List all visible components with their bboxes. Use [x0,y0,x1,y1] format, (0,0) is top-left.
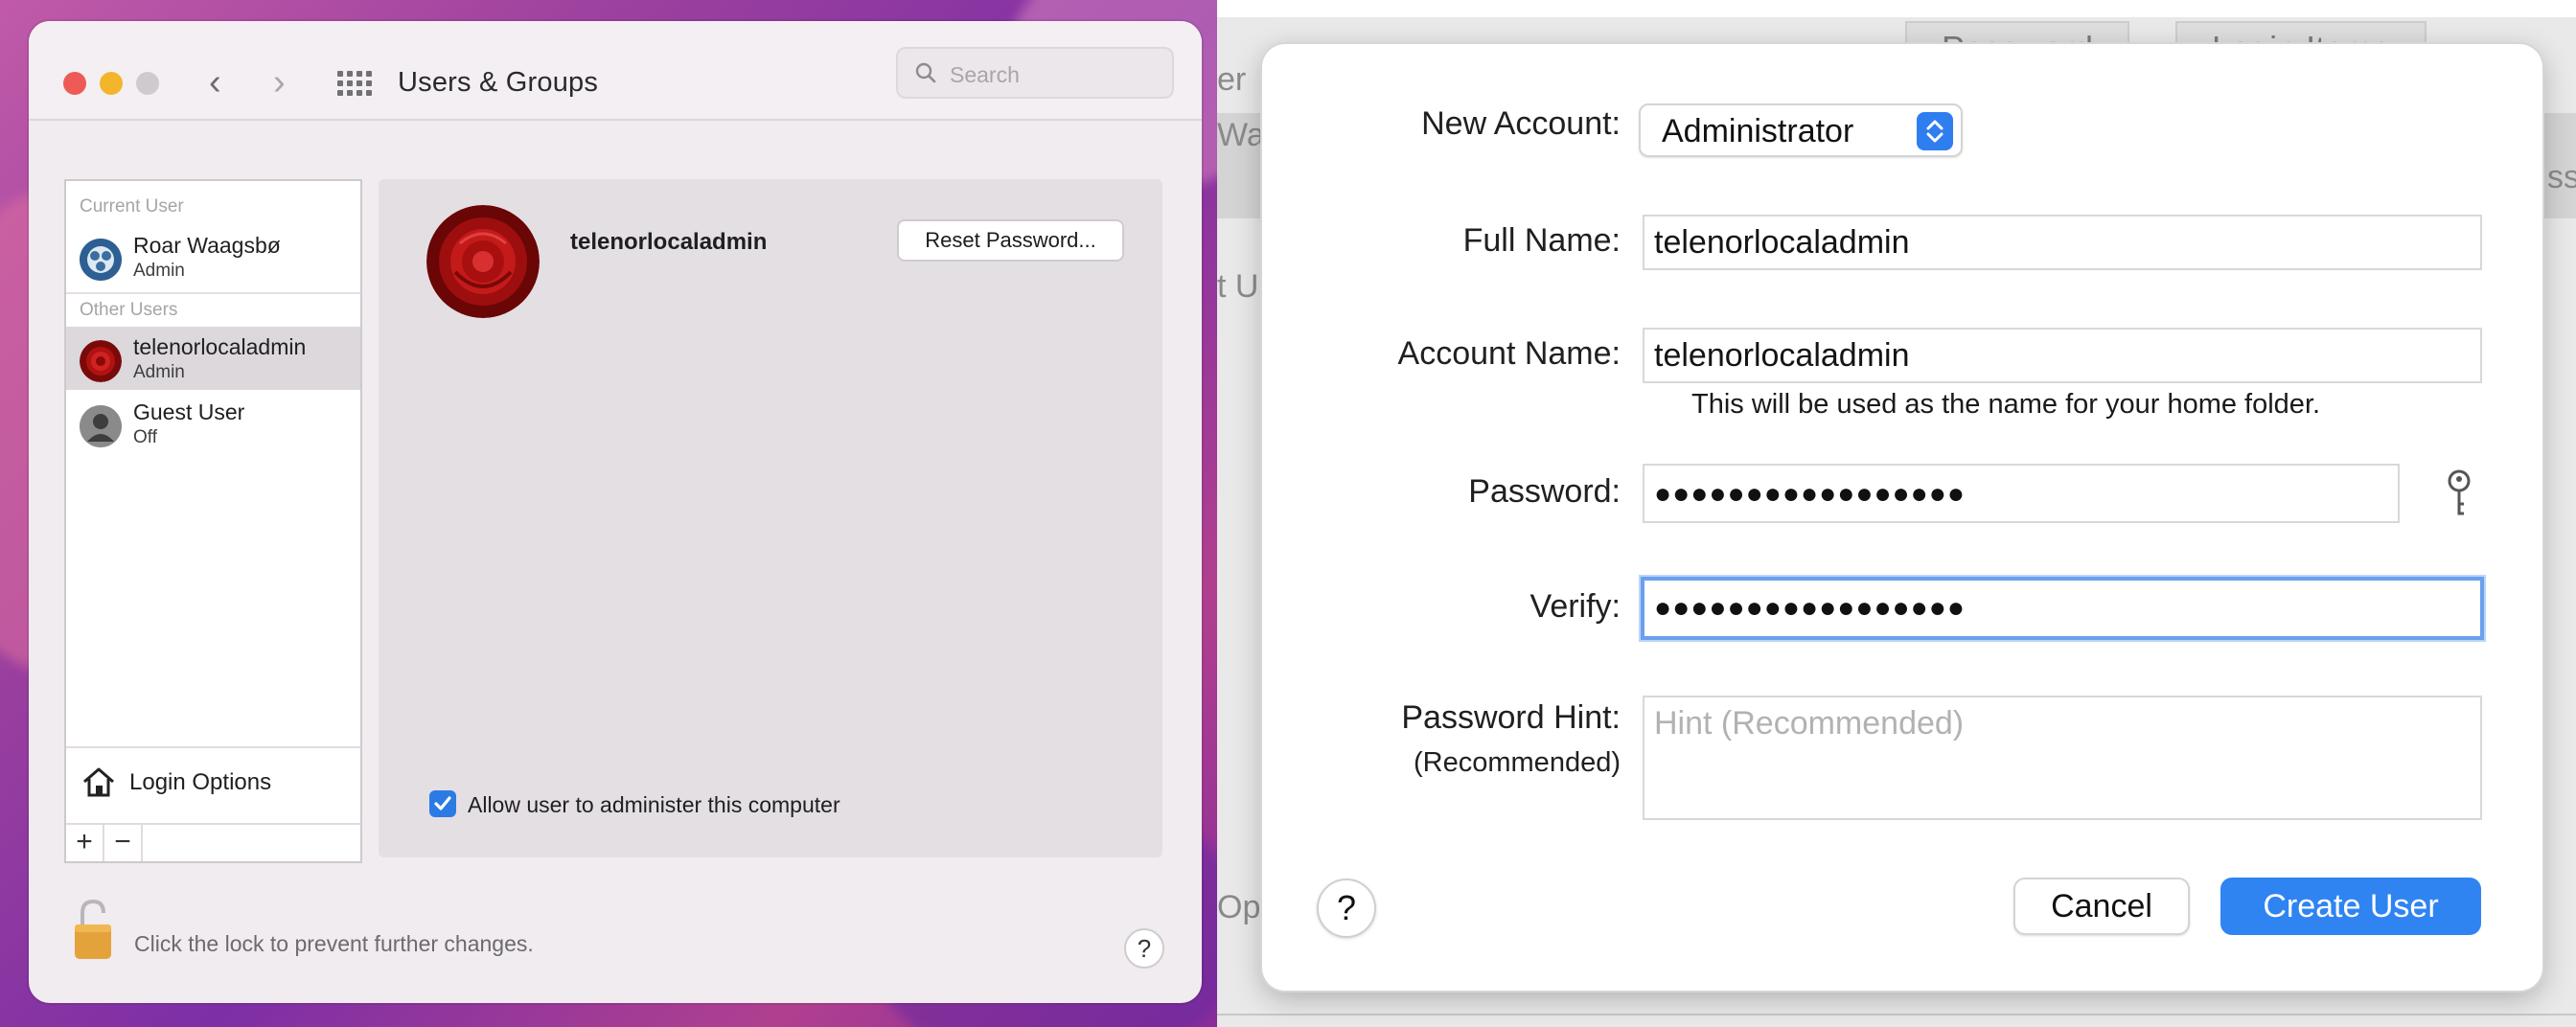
background-text-fragment: ss [2547,159,2576,195]
user-name: Guest User [133,399,245,424]
user-role: Admin [133,261,185,281]
avatar [80,239,122,281]
search-input[interactable]: Search [896,47,1174,99]
checkmark-icon [434,796,451,810]
user-row-current[interactable]: Roar Waagsbø Admin [66,225,360,288]
user-row-guest[interactable]: Guest User Off [66,392,360,455]
user-name: Roar Waagsbø [133,233,281,258]
password-hint-field[interactable]: Hint (Recommended) [1643,696,2482,820]
user-list-sidebar: Current User Roar Waagsbø Admin Other Us… [64,179,362,863]
password-hint-label: Password Hint: [1401,699,1621,736]
add-remove-bar: + − [66,823,360,861]
divider [1217,1014,2576,1016]
account-type-popup[interactable]: Administrator [1639,103,1963,157]
password-hint-sublabel: (Recommended) [1414,747,1621,778]
house-icon [83,767,114,797]
password-field[interactable]: ●●●●●●●●●●●●●●●●● [1643,464,2400,523]
minimize-window-button[interactable] [100,72,123,95]
remove-user-button[interactable]: − [104,825,143,861]
new-account-sheet: New Account: Administrator Full Name: te… [1262,44,2542,991]
background-text-fragment: Op [1217,889,1261,925]
help-button[interactable]: ? [1317,879,1376,938]
show-all-grid-icon[interactable] [337,71,372,100]
account-type-value: Administrator [1662,113,1854,149]
search-icon [915,62,936,83]
password-value: ●●●●●●●●●●●●●●●●● [1654,478,1966,510]
selected-user-name: telenorlocaladmin [570,229,768,255]
password-hint-placeholder: Hint (Recommended) [1654,705,1965,742]
back-button[interactable]: ‹ [209,64,221,101]
account-name-note: This will be used as the name for your h… [1691,389,2321,420]
user-detail-pane: telenorlocaladmin Reset Password... Allo… [379,179,1162,857]
cancel-button[interactable]: Cancel [2013,878,2190,935]
key-icon[interactable] [2445,469,2473,521]
current-user-header: Current User [80,196,184,217]
account-name-value: telenorlocaladmin [1654,337,1910,374]
user-row-telenorlocaladmin[interactable]: telenorlocaladmin Admin [66,327,360,390]
login-options-item[interactable]: Login Options [66,746,360,813]
zoom-window-button[interactable] [136,72,159,95]
verify-label: Verify: [1530,588,1621,625]
forward-button[interactable]: › [273,64,286,101]
full-name-field[interactable]: telenorlocaladmin [1643,215,2482,270]
other-users-header: Other Users [80,300,178,320]
background-text-fragment: Wa [1217,117,1265,153]
desktop-wallpaper: ‹ › Users & Groups Search Current User R… [0,0,1217,1027]
divider [66,292,360,294]
avatar [80,340,122,382]
help-button[interactable]: ? [1124,928,1164,969]
users-groups-window: ‹ › Users & Groups Search Current User R… [29,21,1202,1003]
verify-field[interactable]: ●●●●●●●●●●●●●●●●● [1641,577,2484,640]
new-account-label: New Account: [1421,105,1621,142]
lock-message: Click the lock to prevent further change… [134,931,534,956]
allow-admin-label: Allow user to administer this computer [468,792,840,817]
avatar [80,405,122,447]
lock-icon[interactable] [73,898,113,961]
full-name-value: telenorlocaladmin [1654,224,1910,261]
password-label: Password: [1468,473,1621,510]
account-name-field[interactable]: telenorlocaladmin [1643,328,2482,383]
allow-admin-checkbox[interactable] [429,790,456,817]
title-bar: ‹ › Users & Groups Search [29,21,1202,121]
add-user-button[interactable]: + [66,825,104,861]
close-window-button[interactable] [63,72,86,95]
chevron-updown-icon [1917,112,1953,150]
full-name-label: Full Name: [1462,222,1621,259]
background-text-fragment: er [1217,61,1247,98]
user-role: Off [133,427,157,447]
reset-password-button[interactable]: Reset Password... [897,219,1124,262]
account-name-label: Account Name: [1397,335,1621,372]
search-placeholder: Search [950,62,1020,87]
user-name: telenorlocaladmin [133,334,307,359]
user-role: Admin [133,362,185,382]
create-user-button[interactable]: Create User [2220,878,2481,935]
login-options-label: Login Options [129,769,272,795]
verify-value: ●●●●●●●●●●●●●●●●● [1654,592,1966,624]
background-text-fragment: t U [1217,268,1259,305]
window-title: Users & Groups [398,67,599,98]
user-avatar[interactable] [426,205,540,318]
